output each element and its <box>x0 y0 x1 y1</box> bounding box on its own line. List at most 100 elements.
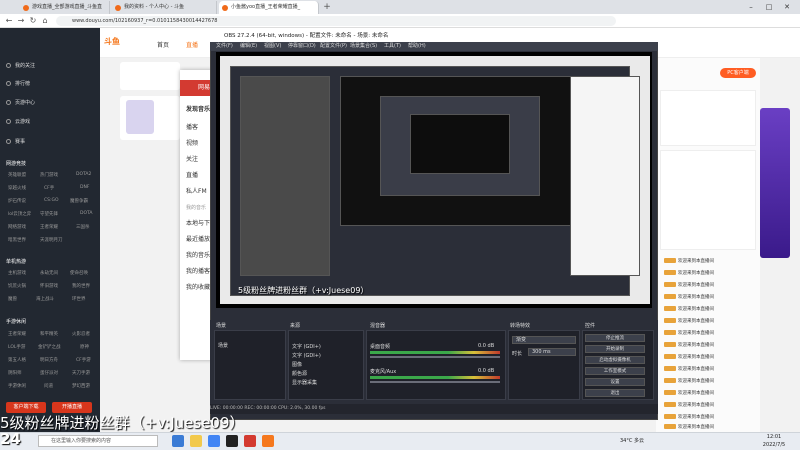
sidebar-item-webgames[interactable]: 页游中心 <box>6 99 35 106</box>
menu-docks[interactable]: 停靠窗口(D) <box>288 42 316 51</box>
stop-streaming-button[interactable]: 停止推流 <box>585 334 645 342</box>
sidebar-game[interactable]: 使命召唤 <box>70 270 88 276</box>
start-recording-button[interactable]: 开始录制 <box>585 345 645 353</box>
sidebar-game[interactable]: 原神 <box>80 344 89 350</box>
sidebar-game[interactable]: 环世界 <box>72 296 86 302</box>
menu-tools[interactable]: 工具(T) <box>384 42 401 51</box>
scenes-list[interactable] <box>214 330 286 400</box>
sidebar-game[interactable]: 饥荒火锅 <box>8 283 26 289</box>
sidebar-game[interactable]: 手游休闲 <box>8 383 26 389</box>
virtual-camera-button[interactable]: 启动虚拟摄像机 <box>585 356 645 364</box>
browser-tab-3[interactable]: 小鱼酱yoo直播_王者荣耀直播_ <box>219 1 319 14</box>
volume-slider[interactable] <box>370 381 500 383</box>
weather-widget[interactable]: 34°C 多云 <box>620 437 644 444</box>
source-item[interactable]: 文字 (GDI+) <box>292 352 321 359</box>
sidebar-game[interactable]: LOL手游 <box>8 344 25 350</box>
browser-tab-2[interactable]: 我的资料 - 个人中心 - 斗鱼 <box>112 1 217 14</box>
music-nav-item[interactable]: 播客 <box>186 122 198 131</box>
sidebar-game[interactable]: 明日方舟 <box>40 357 58 363</box>
chrome-icon[interactable] <box>208 435 220 447</box>
sidebar-game[interactable]: 英雄联盟 <box>8 172 26 178</box>
sidebar-item-follow[interactable]: 我的关注 <box>6 62 35 69</box>
menu-view[interactable]: 视图(V) <box>264 42 281 51</box>
volume-slider[interactable] <box>370 356 500 358</box>
sidebar-game[interactable]: 蛋仔派对 <box>40 370 58 376</box>
sidebar-game[interactable]: 魔兽争霸 <box>70 198 88 204</box>
music-nav-item[interactable]: 最近播放 <box>186 234 210 243</box>
sidebar-game[interactable]: 天涯明月刀 <box>40 237 63 243</box>
pc-client-button[interactable]: PC客户端 <box>720 68 756 78</box>
maximize-icon[interactable]: □ <box>762 0 776 14</box>
sidebar-game[interactable]: 暗黑世界 <box>8 237 26 243</box>
douyu-logo[interactable]: 斗鱼 <box>104 36 140 48</box>
sidebar-game[interactable]: CF手游 <box>76 357 91 363</box>
music-nav-item[interactable]: 我的播客 <box>186 266 210 275</box>
music-nav-item[interactable]: 发现音乐 <box>186 104 210 113</box>
source-item[interactable]: 图像 <box>292 361 302 368</box>
douyu-icon[interactable] <box>262 435 274 447</box>
scene-item[interactable]: 场景 <box>218 342 228 349</box>
taskbar-search-input[interactable]: 在这里输入你要搜索的内容 <box>38 435 158 447</box>
menu-help[interactable]: 帮助(H) <box>408 42 426 51</box>
sidebar-game[interactable]: DNF <box>80 185 89 190</box>
sidebar-game[interactable]: lol云顶之弈 <box>8 211 31 217</box>
sidebar-game[interactable]: 王者荣耀 <box>8 331 26 337</box>
menu-scene-collection[interactable]: 场景集合(S) <box>350 42 377 51</box>
settings-button[interactable]: 设置 <box>585 378 645 386</box>
sidebar-game[interactable]: DOTA2 <box>76 172 91 177</box>
sidebar-game[interactable]: 王者荣耀 <box>40 224 58 230</box>
sidebar-game[interactable]: 问道 <box>44 383 53 389</box>
sidebar-game[interactable]: 我的世界 <box>72 283 90 289</box>
music-icon[interactable] <box>244 435 256 447</box>
menu-profile[interactable]: 配置文件(P) <box>320 42 347 51</box>
sidebar-game[interactable]: 和平精英 <box>40 331 58 337</box>
sidebar-game[interactable]: DOTA <box>80 211 93 216</box>
taskbar-clock[interactable]: 12:01 2022/7/5 <box>752 433 796 449</box>
url-input[interactable]: www.douyu.com/102160937_r=0.010115843001… <box>56 16 616 26</box>
sidebar-game[interactable]: 永劫无间 <box>40 270 58 276</box>
transition-select[interactable]: 渐变 <box>512 336 576 344</box>
menu-file[interactable]: 文件(F) <box>216 42 233 51</box>
folder-icon[interactable] <box>190 435 202 447</box>
source-item[interactable]: 文字 (GDI+) <box>292 343 321 350</box>
menu-edit[interactable]: 编辑(E) <box>240 42 257 51</box>
sidebar-game[interactable]: 梦幻西游 <box>72 383 90 389</box>
edge-icon[interactable] <box>172 435 184 447</box>
obs-icon[interactable] <box>226 435 238 447</box>
sidebar-game[interactable]: 主机游戏 <box>8 270 26 276</box>
sidebar-game[interactable]: CS:GO <box>44 198 59 203</box>
nav-home-link[interactable]: 首页 <box>157 40 169 49</box>
sidebar-game[interactable]: 三国杀 <box>76 224 90 230</box>
music-nav-item[interactable]: 私人FM <box>186 186 207 195</box>
close-icon[interactable]: ✕ <box>780 0 794 14</box>
music-nav-item[interactable]: 视频 <box>186 138 198 147</box>
sidebar-item-esports[interactable]: 赛事 <box>6 138 25 145</box>
sidebar-game[interactable]: 火影忍者 <box>72 331 90 337</box>
back-icon[interactable]: ← <box>4 16 14 26</box>
sidebar-game[interactable]: 天刀手游 <box>72 370 90 376</box>
sidebar-game[interactable]: 炉石传说 <box>8 198 26 204</box>
music-nav-item[interactable]: 我的收藏 <box>186 282 210 291</box>
music-nav-item[interactable]: 直播 <box>186 170 198 179</box>
sidebar-game[interactable]: 第五人格 <box>8 357 26 363</box>
browser-tab-1[interactable]: 游戏直播_全部游戏直播_斗鱼直 <box>20 1 110 14</box>
music-nav-item[interactable]: 关注 <box>186 154 198 163</box>
sidebar-game[interactable]: 守望先锋 <box>40 211 58 217</box>
minimize-icon[interactable]: – <box>744 0 758 14</box>
sidebar-game[interactable]: 海上战斗 <box>36 296 54 302</box>
reload-icon[interactable]: ↻ <box>28 16 38 26</box>
sidebar-game[interactable]: 金铲铲之战 <box>38 344 61 350</box>
sidebar-game[interactable]: 怀旧游戏 <box>40 283 58 289</box>
sidebar-item-cloudgame[interactable]: 云游戏 <box>6 118 30 125</box>
source-item[interactable]: 显示器采集 <box>292 379 317 386</box>
sidebar-game[interactable]: 魔兽 <box>8 296 17 302</box>
nav-live-link[interactable]: 直播 <box>186 40 198 49</box>
sidebar-game[interactable]: 热门游戏 <box>40 172 58 178</box>
sidebar-game[interactable]: 阴阳师 <box>8 370 22 376</box>
new-tab-button[interactable]: + <box>322 2 332 12</box>
promo-banner[interactable] <box>760 108 790 258</box>
home-icon[interactable]: ⌂ <box>40 16 50 26</box>
sidebar-game[interactable]: 穿越火线 <box>8 185 26 191</box>
studio-mode-button[interactable]: 工作室模式 <box>585 367 645 375</box>
sidebar-game[interactable]: CF手 <box>44 185 54 191</box>
